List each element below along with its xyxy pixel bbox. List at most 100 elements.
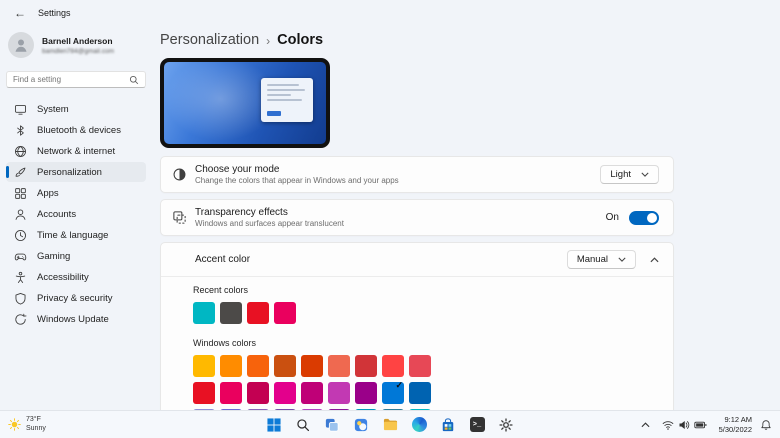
preview-accent-button (267, 111, 281, 116)
accent-collapse-button[interactable] (650, 256, 659, 263)
color-swatch[interactable] (409, 382, 431, 404)
search-icon (129, 75, 139, 84)
notification-center-button[interactable] (760, 419, 772, 431)
sidebar-item-personalization[interactable]: Personalization (6, 162, 146, 182)
monitor-icon (15, 104, 26, 115)
update-arrows-icon (15, 313, 27, 325)
recent-colors-row (193, 302, 659, 324)
card-transparency: Transparency effects Windows and surface… (160, 199, 674, 236)
back-button[interactable]: ← (14, 6, 26, 20)
theme-preview-monitor (160, 58, 330, 148)
weather-temp: 73°F (26, 415, 41, 423)
bell-icon (761, 419, 771, 430)
person-icon (15, 39, 27, 52)
bluetooth-icon (17, 124, 24, 136)
color-swatch[interactable] (301, 355, 323, 377)
taskbar-search-button[interactable] (291, 413, 315, 437)
color-swatch[interactable] (193, 302, 215, 324)
user-name: Barnell Anderson (42, 35, 113, 46)
sidebar-item-accounts[interactable]: Accounts (6, 204, 146, 224)
accent-mode-dropdown[interactable]: Manual (566, 250, 636, 269)
chevron-up-icon (641, 421, 650, 427)
clock-time: 9:12 AM (724, 415, 752, 425)
color-swatch[interactable] (274, 302, 296, 324)
color-swatch[interactable] (220, 382, 242, 404)
preview-sample-window (261, 78, 313, 122)
chevron-up-icon (650, 256, 659, 262)
color-swatch[interactable] (355, 355, 377, 377)
search-input[interactable] (13, 75, 129, 84)
taskbar-clock[interactable]: 9:12 AM 5/30/2022 (719, 415, 752, 434)
tray-status-icons[interactable] (658, 416, 711, 434)
edge-button[interactable] (407, 413, 431, 437)
color-swatch[interactable] (355, 382, 377, 404)
accessibility-person-icon (15, 271, 26, 283)
volume-icon (679, 420, 689, 429)
sidebar-nav: System Bluetooth & devices Network & int… (6, 99, 146, 329)
color-swatch[interactable] (409, 355, 431, 377)
color-swatch-selected[interactable] (382, 380, 404, 404)
user-profile[interactable]: Barnell Anderson bamdlen784@gmail.com (6, 28, 146, 62)
taskbar-weather-widget[interactable]: 73°F Sunny (8, 416, 46, 434)
settings-cards: Choose your mode Change the colors that … (160, 156, 674, 410)
color-swatch[interactable] (274, 355, 296, 377)
sidebar-item-windows-update[interactable]: Windows Update (6, 309, 146, 329)
sidebar-item-apps[interactable]: Apps (6, 183, 146, 203)
sidebar-item-accessibility[interactable]: Accessibility (6, 267, 146, 287)
edge-icon (411, 417, 427, 432)
avatar (8, 32, 34, 58)
sidebar-item-privacy-security[interactable]: Privacy & security (6, 288, 146, 308)
weather-condition: Sunny (26, 424, 46, 432)
sidebar-item-time-language[interactable]: Time & language (6, 225, 146, 245)
windows-colors-label: Windows colors (193, 338, 257, 348)
windows-logo-icon (267, 417, 281, 432)
transparency-state-label: On (605, 212, 619, 223)
sun-icon (8, 418, 21, 431)
color-swatch[interactable] (193, 382, 215, 404)
transparency-title: Transparency effects (195, 207, 288, 218)
color-swatch[interactable] (220, 355, 242, 377)
color-swatch[interactable] (328, 355, 350, 377)
file-explorer-button[interactable] (378, 413, 402, 437)
mode-dropdown[interactable]: Light (600, 165, 659, 184)
sidebar-item-system[interactable]: System (6, 99, 146, 119)
color-swatch[interactable] (247, 302, 269, 324)
mode-dropdown-value: Light (610, 169, 631, 180)
breadcrumb-personalization[interactable]: Personalization (160, 32, 259, 48)
sidebar-item-gaming[interactable]: Gaming (6, 246, 146, 266)
color-swatch[interactable] (274, 382, 296, 404)
sidebar-item-bluetooth-devices[interactable]: Bluetooth & devices (6, 120, 146, 140)
transparency-toggle[interactable] (629, 210, 659, 225)
mode-subtitle: Change the colors that appear in Windows… (195, 176, 399, 185)
color-swatch[interactable] (193, 355, 215, 377)
breadcrumb: Personalization › Colors (160, 32, 780, 48)
color-swatch[interactable] (220, 302, 242, 324)
wifi-icon (662, 420, 673, 430)
search-box[interactable] (6, 71, 146, 88)
task-view-button[interactable] (320, 413, 344, 437)
color-swatch[interactable] (247, 382, 269, 404)
widgets-icon (354, 418, 368, 431)
taskbar-center-icons: >_ (262, 413, 518, 437)
terminal-button[interactable]: >_ (465, 413, 489, 437)
start-button[interactable] (262, 413, 286, 437)
color-swatch[interactable] (382, 355, 404, 377)
store-button[interactable] (436, 413, 460, 437)
color-swatch[interactable] (328, 382, 350, 404)
widgets-button[interactable] (349, 413, 373, 437)
mode-icon (171, 167, 187, 182)
gamepad-icon (14, 253, 27, 260)
user-email-redacted: bamdlen784@gmail.com (42, 47, 114, 55)
sidebar-item-network-internet[interactable]: Network & internet (6, 141, 146, 161)
color-swatch[interactable] (301, 382, 323, 404)
settings-button[interactable] (494, 413, 518, 437)
apps-grid-icon (15, 187, 26, 199)
accent-color-header[interactable]: Accent color Manual (161, 243, 673, 277)
chevron-down-icon (641, 172, 649, 177)
mode-title: Choose your mode (195, 164, 280, 175)
sidebar: Barnell Anderson bamdlen784@gmail.com Sy… (0, 26, 152, 410)
transparency-subtitle: Windows and surfaces appear translucent (195, 219, 344, 228)
color-swatch[interactable] (247, 355, 269, 377)
tray-overflow-button[interactable] (641, 421, 650, 428)
desktop: { "titlebar": { "app_name": "Settings", … (0, 0, 780, 438)
